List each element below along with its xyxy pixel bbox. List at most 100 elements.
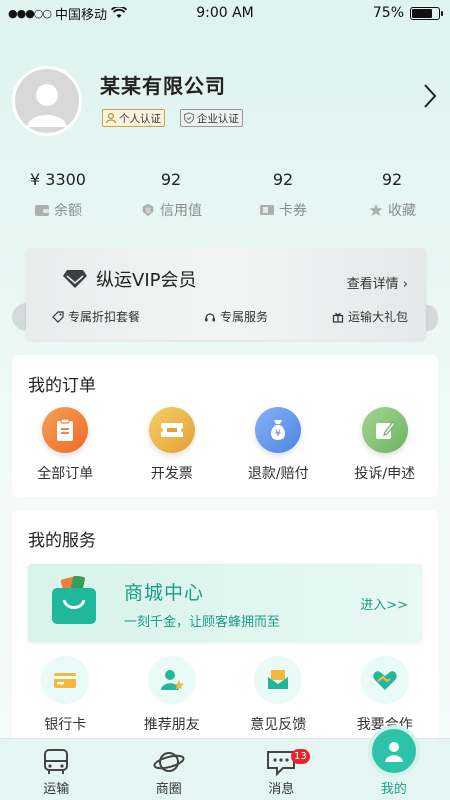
service-bank-card-label: 银行卡 [44,717,87,733]
wallet-icon [35,205,49,216]
services-title: 我的服务 [28,531,96,551]
order-complaint[interactable]: 投诉/申述 [332,407,439,483]
stat-favorites-label: 收藏 [388,203,416,219]
tab-messages[interactable]: 13 消息 [225,739,338,800]
services-card: 我的服务 商城中心 一刻千金，让顾客蜂拥而至 进入>> 银行卡 推荐朋友 意见反… [12,510,438,740]
shopping-bag-icon [52,576,96,624]
message-count-badge: 13 [291,749,310,764]
stat-credit-value: 92 [160,170,182,189]
person-icon [105,112,117,124]
svg-text:¥: ¥ [275,429,281,439]
perk-service[interactable]: 专属服务 [204,308,268,325]
tab-bar: 运输 商圈 13 消息 我的 [0,729,450,800]
company-name: 某某有限公司 [100,74,226,98]
service-feedback-label: 意见反馈 [250,717,307,733]
stat-favorites[interactable]: 92 收藏 [337,170,447,220]
stat-credit-label-row: 信 信用值 [116,200,226,220]
clipboard-icon [42,407,89,453]
tab-business-label: 商圈 [155,782,182,797]
default-avatar-icon [27,84,67,127]
order-complaint-label: 投诉/申述 [354,466,416,482]
user-icon [371,729,416,773]
services-grid: 银行卡 推荐朋友 意见反馈 我要合作 [12,656,438,734]
vip-card-wrapper: 纵运VIP会员 查看详情 › 专属折扣套餐 专属服务 运输大礼包 [12,245,438,343]
vip-details-link[interactable]: 查看详情 › [347,273,408,292]
diamond-icon [63,270,87,288]
vip-card[interactable]: 纵运VIP会员 查看详情 › 专属折扣套餐 专属服务 运输大礼包 [26,248,426,340]
mall-enter-link[interactable]: 进入>> [360,594,408,613]
shield-icon [183,112,195,124]
gift-icon [332,312,344,323]
mall-title: 商城中心 [124,582,205,604]
coupon-icon [260,205,274,215]
stat-favorites-label-row: 收藏 [337,200,447,220]
stat-coupon-label: 卡券 [279,203,307,219]
stat-balance-label: 余额 [54,203,82,219]
perk-discount-label: 专属折扣套餐 [68,310,141,324]
orders-title: 我的订单 [28,376,96,396]
mall-subtitle: 一刻千金，让顾客蜂拥而至 [124,615,281,630]
service-recommend[interactable]: 推荐朋友 [119,656,226,734]
stat-coupon[interactable]: 92 卡券 [228,170,338,220]
perk-gift[interactable]: 运输大礼包 [332,308,408,325]
order-refund-label: 退款/赔付 [247,466,309,482]
stat-coupon-label-row: 卡券 [228,200,338,220]
tab-mine[interactable]: 我的 [338,729,450,800]
ticket-icon [148,407,195,453]
order-refund[interactable]: ¥ 退款/赔付 [225,407,332,483]
service-feedback[interactable]: 意见反馈 [225,656,332,734]
enterprise-cert-badge[interactable]: 企业认证 [180,109,243,127]
battery-percent: 75% [372,5,404,21]
stat-favorites-value: 92 [381,170,403,189]
feedback-icon [254,656,303,704]
truck-icon [44,749,69,774]
status-right: 75% [372,5,443,21]
order-invoice-label: 开发票 [150,466,193,482]
tab-transport[interactable]: 运输 [0,739,113,800]
stat-credit[interactable]: 92 信 信用值 [116,170,226,220]
vip-title: 纵运VIP会员 [96,270,197,291]
planet-icon [153,752,185,772]
stat-balance[interactable]: ¥ 3300 余额 [3,170,113,220]
chevron-right-icon[interactable] [422,82,438,110]
edit-icon [361,407,408,453]
stat-coupon-value: 92 [272,170,294,189]
mall-banner[interactable]: 商城中心 一刻千金，让顾客蜂拥而至 进入>> [28,564,422,642]
tab-mine-label: 我的 [380,782,407,797]
order-invoice[interactable]: 开发票 [119,407,226,483]
orders-card: 我的订单 全部订单 开发票 ¥ 退款/赔付 投诉/申述 [12,355,438,497]
handshake-icon [360,656,409,704]
enterprise-cert-label: 企业认证 [197,112,239,125]
tab-transport-label: 运输 [43,782,70,797]
battery-fill [412,8,432,18]
service-cooperate[interactable]: 我要合作 [332,656,439,734]
perk-discount[interactable]: 专属折扣套餐 [52,308,140,325]
orders-grid: 全部订单 开发票 ¥ 退款/赔付 投诉/申述 [12,407,438,483]
battery-icon [410,6,443,20]
perk-service-label: 专属服务 [219,310,268,324]
headset-icon [204,312,215,321]
order-all[interactable]: 全部订单 [12,407,119,483]
service-recommend-label: 推荐朋友 [143,717,200,733]
credit-icon: 信 [142,203,154,217]
star-icon [369,203,383,217]
moneybag-icon: ¥ [255,407,302,453]
stat-credit-label: 信用值 [160,203,202,219]
vip-perks: 专属折扣套餐 专属服务 运输大礼包 [52,308,408,325]
perk-gift-label: 运输大礼包 [347,310,408,324]
order-all-label: 全部订单 [37,466,94,482]
stat-balance-label-row: 余额 [3,200,113,220]
tab-business[interactable]: 商圈 [113,739,226,800]
avatar[interactable] [12,66,82,136]
status-bar: ●●●○○ 中国移动 9:00 AM 75% [0,0,450,26]
vip-title-row: 纵运VIP会员 [62,266,196,292]
tab-messages-label: 消息 [268,782,295,797]
stat-balance-value: ¥ 3300 [30,170,86,189]
bank-card-icon [41,656,90,704]
service-bank-card[interactable]: 银行卡 [12,656,119,734]
personal-cert-label: 个人认证 [119,112,161,125]
tag-icon [52,310,64,323]
recommend-friend-icon [147,656,196,704]
personal-cert-badge[interactable]: 个人认证 [102,109,165,127]
svg-text:信: 信 [145,207,151,215]
